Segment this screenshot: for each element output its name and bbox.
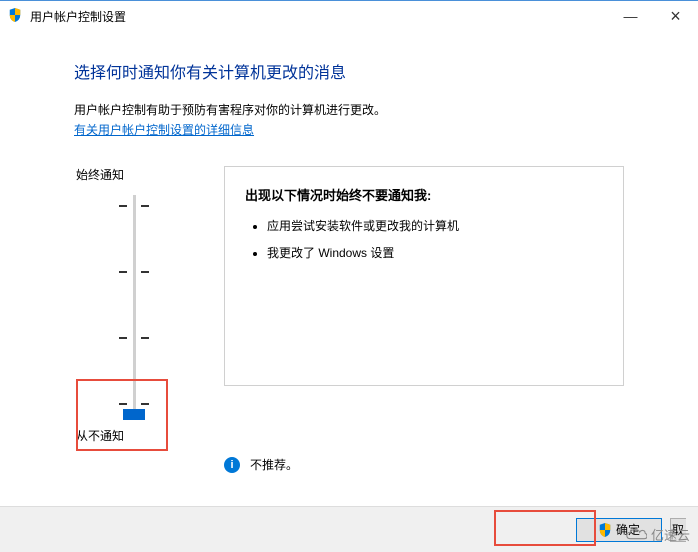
page-heading: 选择何时通知你有关计算机更改的消息	[74, 59, 624, 83]
info-panel: 出现以下情况时始终不要通知我: 应用尝试安装软件或更改我的计算机 我更改了 Wi…	[224, 166, 624, 386]
notification-slider[interactable]: 始终通知 从不通知	[74, 166, 194, 444]
description-text: 用户帐户控制有助于预防有害程序对你的计算机进行更改。	[74, 101, 624, 119]
slider-thumb[interactable]	[123, 409, 145, 420]
bullet-item: 应用尝试安装软件或更改我的计算机	[267, 218, 603, 235]
panel-title: 出现以下情况时始终不要通知我:	[245, 185, 603, 204]
info-icon: i	[224, 457, 240, 473]
dialog-footer: 确定 取	[0, 506, 698, 552]
recommendation-text: 不推荐。	[250, 456, 298, 473]
recommendation-row: i 不推荐。	[224, 456, 624, 473]
close-button[interactable]: ×	[653, 1, 698, 31]
cloud-icon	[625, 528, 647, 542]
watermark: 亿速云	[625, 525, 690, 544]
slider-label-bottom: 从不通知	[76, 427, 124, 444]
minimize-button[interactable]: —	[608, 1, 653, 31]
window-title: 用户帐户控制设置	[30, 8, 126, 25]
titlebar: 用户帐户控制设置 — ×	[0, 1, 698, 31]
content-area: 选择何时通知你有关计算机更改的消息 用户帐户控制有助于预防有害程序对你的计算机进…	[0, 31, 698, 473]
help-link[interactable]: 有关用户帐户控制设置的详细信息	[74, 121, 254, 138]
shield-icon	[598, 523, 612, 537]
watermark-text: 亿速云	[651, 525, 690, 544]
bullet-item: 我更改了 Windows 设置	[267, 245, 603, 262]
shield-icon	[8, 8, 24, 24]
slider-label-top: 始终通知	[76, 166, 124, 183]
